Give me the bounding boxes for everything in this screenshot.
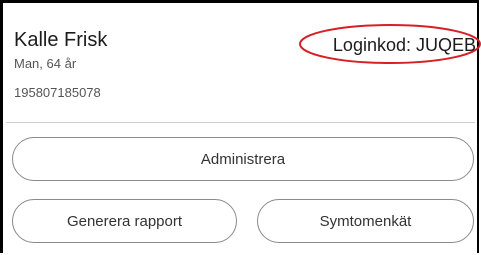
administer-button[interactable]: Administrera <box>12 137 474 181</box>
login-code-area: Loginkod: JUQEB <box>298 23 481 65</box>
generate-report-button-label: Generera rapport <box>66 212 183 230</box>
generate-report-button[interactable]: Generera rapport <box>12 199 237 243</box>
administer-button-label: Administrera <box>200 150 286 168</box>
patient-sex-age: Man, 64 år <box>14 56 77 71</box>
patient-personal-number: 195807185078 <box>14 85 101 100</box>
symptom-survey-button-label: Symtomenkät <box>319 212 412 230</box>
patient-name: Kalle Frisk <box>14 29 108 51</box>
patient-card: Kalle Frisk Man, 64 år 195807185078 Logi… <box>0 0 481 253</box>
section-divider <box>6 122 475 123</box>
symptom-survey-button[interactable]: Symtomenkät <box>257 199 474 243</box>
login-code: Loginkod: JUQEB <box>332 35 476 55</box>
